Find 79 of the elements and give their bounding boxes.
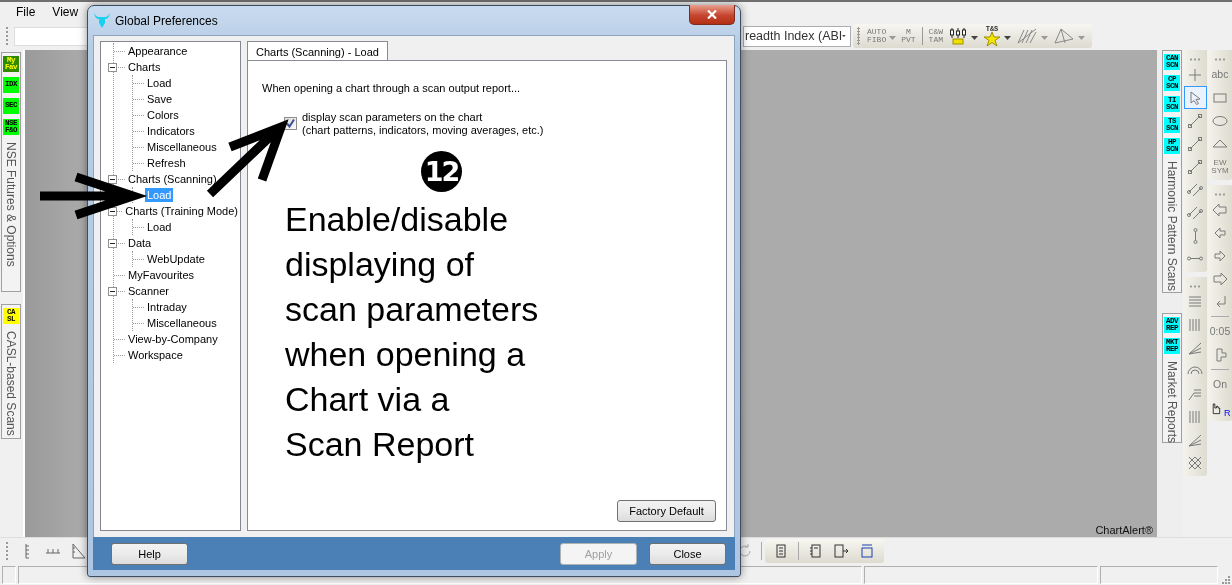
checkmark-icon	[285, 118, 296, 129]
vertical-line-icon	[1192, 227, 1198, 244]
line-icon	[1186, 157, 1204, 176]
tab[interactable]: Charts (Scanning) - Load	[247, 41, 388, 61]
menu-item[interactable]: View	[50, 5, 81, 19]
window-title: Global Preferences	[115, 13, 218, 28]
tree-item[interactable]: Colors	[145, 108, 181, 122]
triangle-icon	[1053, 27, 1075, 45]
tree-item[interactable]: View-by-Company	[126, 332, 220, 346]
tab-label: NSE Futures & Options	[4, 142, 18, 267]
annotation-text: Enable/disable displaying of scan parameters when opening a Chart via a Scan Report	[285, 199, 540, 465]
caret-icon	[1041, 35, 1048, 40]
toolbar-button[interactable]: C&W TAM	[927, 25, 944, 47]
tree-item[interactable]: Charts (Training Mode)	[123, 204, 240, 218]
dialog-button[interactable]: Close	[649, 542, 726, 565]
status-panel	[2, 566, 16, 584]
close-icon	[707, 10, 717, 19]
caret-icon	[1078, 35, 1085, 40]
caret-icon	[842, 34, 846, 38]
factory-default-button[interactable]: Factory Default	[617, 500, 716, 522]
dialog-button[interactable]: Help	[111, 542, 188, 565]
tree-item[interactable]: Save	[145, 92, 175, 106]
tab-label: Market Reports	[1165, 361, 1179, 444]
document-icon	[832, 541, 850, 560]
pitchfork-icon	[1016, 27, 1038, 45]
horned-head-icon	[93, 12, 111, 29]
intro-text: When opening a chart through a scan output report...	[262, 82, 522, 94]
drawing-tool[interactable]: EW SYM	[1208, 155, 1232, 178]
drawing-tool[interactable]: R	[1208, 396, 1232, 419]
ruler-icon	[45, 547, 61, 554]
ruler-icon	[24, 542, 30, 559]
star-icon	[983, 32, 1001, 46]
tree-item[interactable]: Workspace	[126, 348, 185, 362]
tree-item[interactable]: Intraday	[145, 300, 189, 314]
tree-item[interactable]: Appearance	[126, 44, 190, 58]
line-icon	[1186, 111, 1204, 130]
toolbar-button[interactable]	[947, 25, 979, 47]
tree-item[interactable]: Data	[126, 236, 154, 250]
tree-item[interactable]: MyFavourites	[126, 268, 197, 282]
menu-item[interactable]: File	[14, 5, 38, 19]
drawing-tool[interactable]: abc	[1208, 63, 1232, 86]
arcs-icon	[1187, 366, 1203, 375]
option-description: (chart patterns, indicators, moving averages, etc.)	[302, 124, 544, 137]
collapse-icon[interactable]	[108, 286, 117, 296]
ruler-icon	[70, 541, 88, 560]
collapse-icon[interactable]	[108, 238, 117, 248]
close-button[interactable]	[689, 5, 735, 25]
drawing-tool[interactable]: 0:05	[1208, 320, 1232, 343]
collapse-icon[interactable]	[108, 174, 117, 184]
tree-item[interactable]: Charts	[126, 60, 163, 74]
document-icon	[858, 541, 876, 560]
resize-grip-icon	[1220, 574, 1230, 584]
drawing-tool[interactable]	[1183, 86, 1207, 109]
collapse-icon[interactable]	[108, 62, 117, 72]
tree-item[interactable]: Miscellaneous	[145, 316, 219, 330]
tree-item[interactable]: WebUpdate	[145, 252, 207, 266]
tree-item[interactable]: Scanner	[126, 284, 171, 298]
tree-item[interactable]: Refresh	[145, 156, 188, 170]
tree-item[interactable]: Charts (Scanning)	[126, 172, 219, 186]
tab-label: Harmonic Pattern Scans	[1165, 161, 1179, 292]
tree-item[interactable]: Miscellaneous	[145, 140, 219, 154]
toolbar-button[interactable]: M PVT	[900, 25, 917, 47]
dropdown-field[interactable]: readth Index (ABI	[743, 25, 851, 47]
triangle-icon	[1212, 139, 1228, 148]
line-icon	[1186, 134, 1204, 153]
horizontal-line-icon	[1187, 256, 1203, 261]
candlestick-icon	[948, 27, 968, 45]
tree-item[interactable]: Indicators	[145, 124, 197, 138]
drawing-tool[interactable]: On	[1208, 373, 1232, 396]
tab-label: CASL-based Scans	[4, 331, 18, 436]
caret-icon	[971, 35, 978, 40]
brand-label: ChartAlert®	[1095, 524, 1153, 536]
tree-item[interactable]: Load	[145, 76, 174, 90]
tree-item[interactable]: Load	[145, 220, 174, 234]
caret-icon	[1004, 35, 1011, 40]
checkbox-label: display scan parameters on the chart	[302, 111, 484, 124]
caret-icon	[889, 35, 897, 40]
toolbar-button[interactable]: AUTO FIBO	[866, 25, 898, 47]
collapse-icon[interactable]	[108, 206, 117, 216]
